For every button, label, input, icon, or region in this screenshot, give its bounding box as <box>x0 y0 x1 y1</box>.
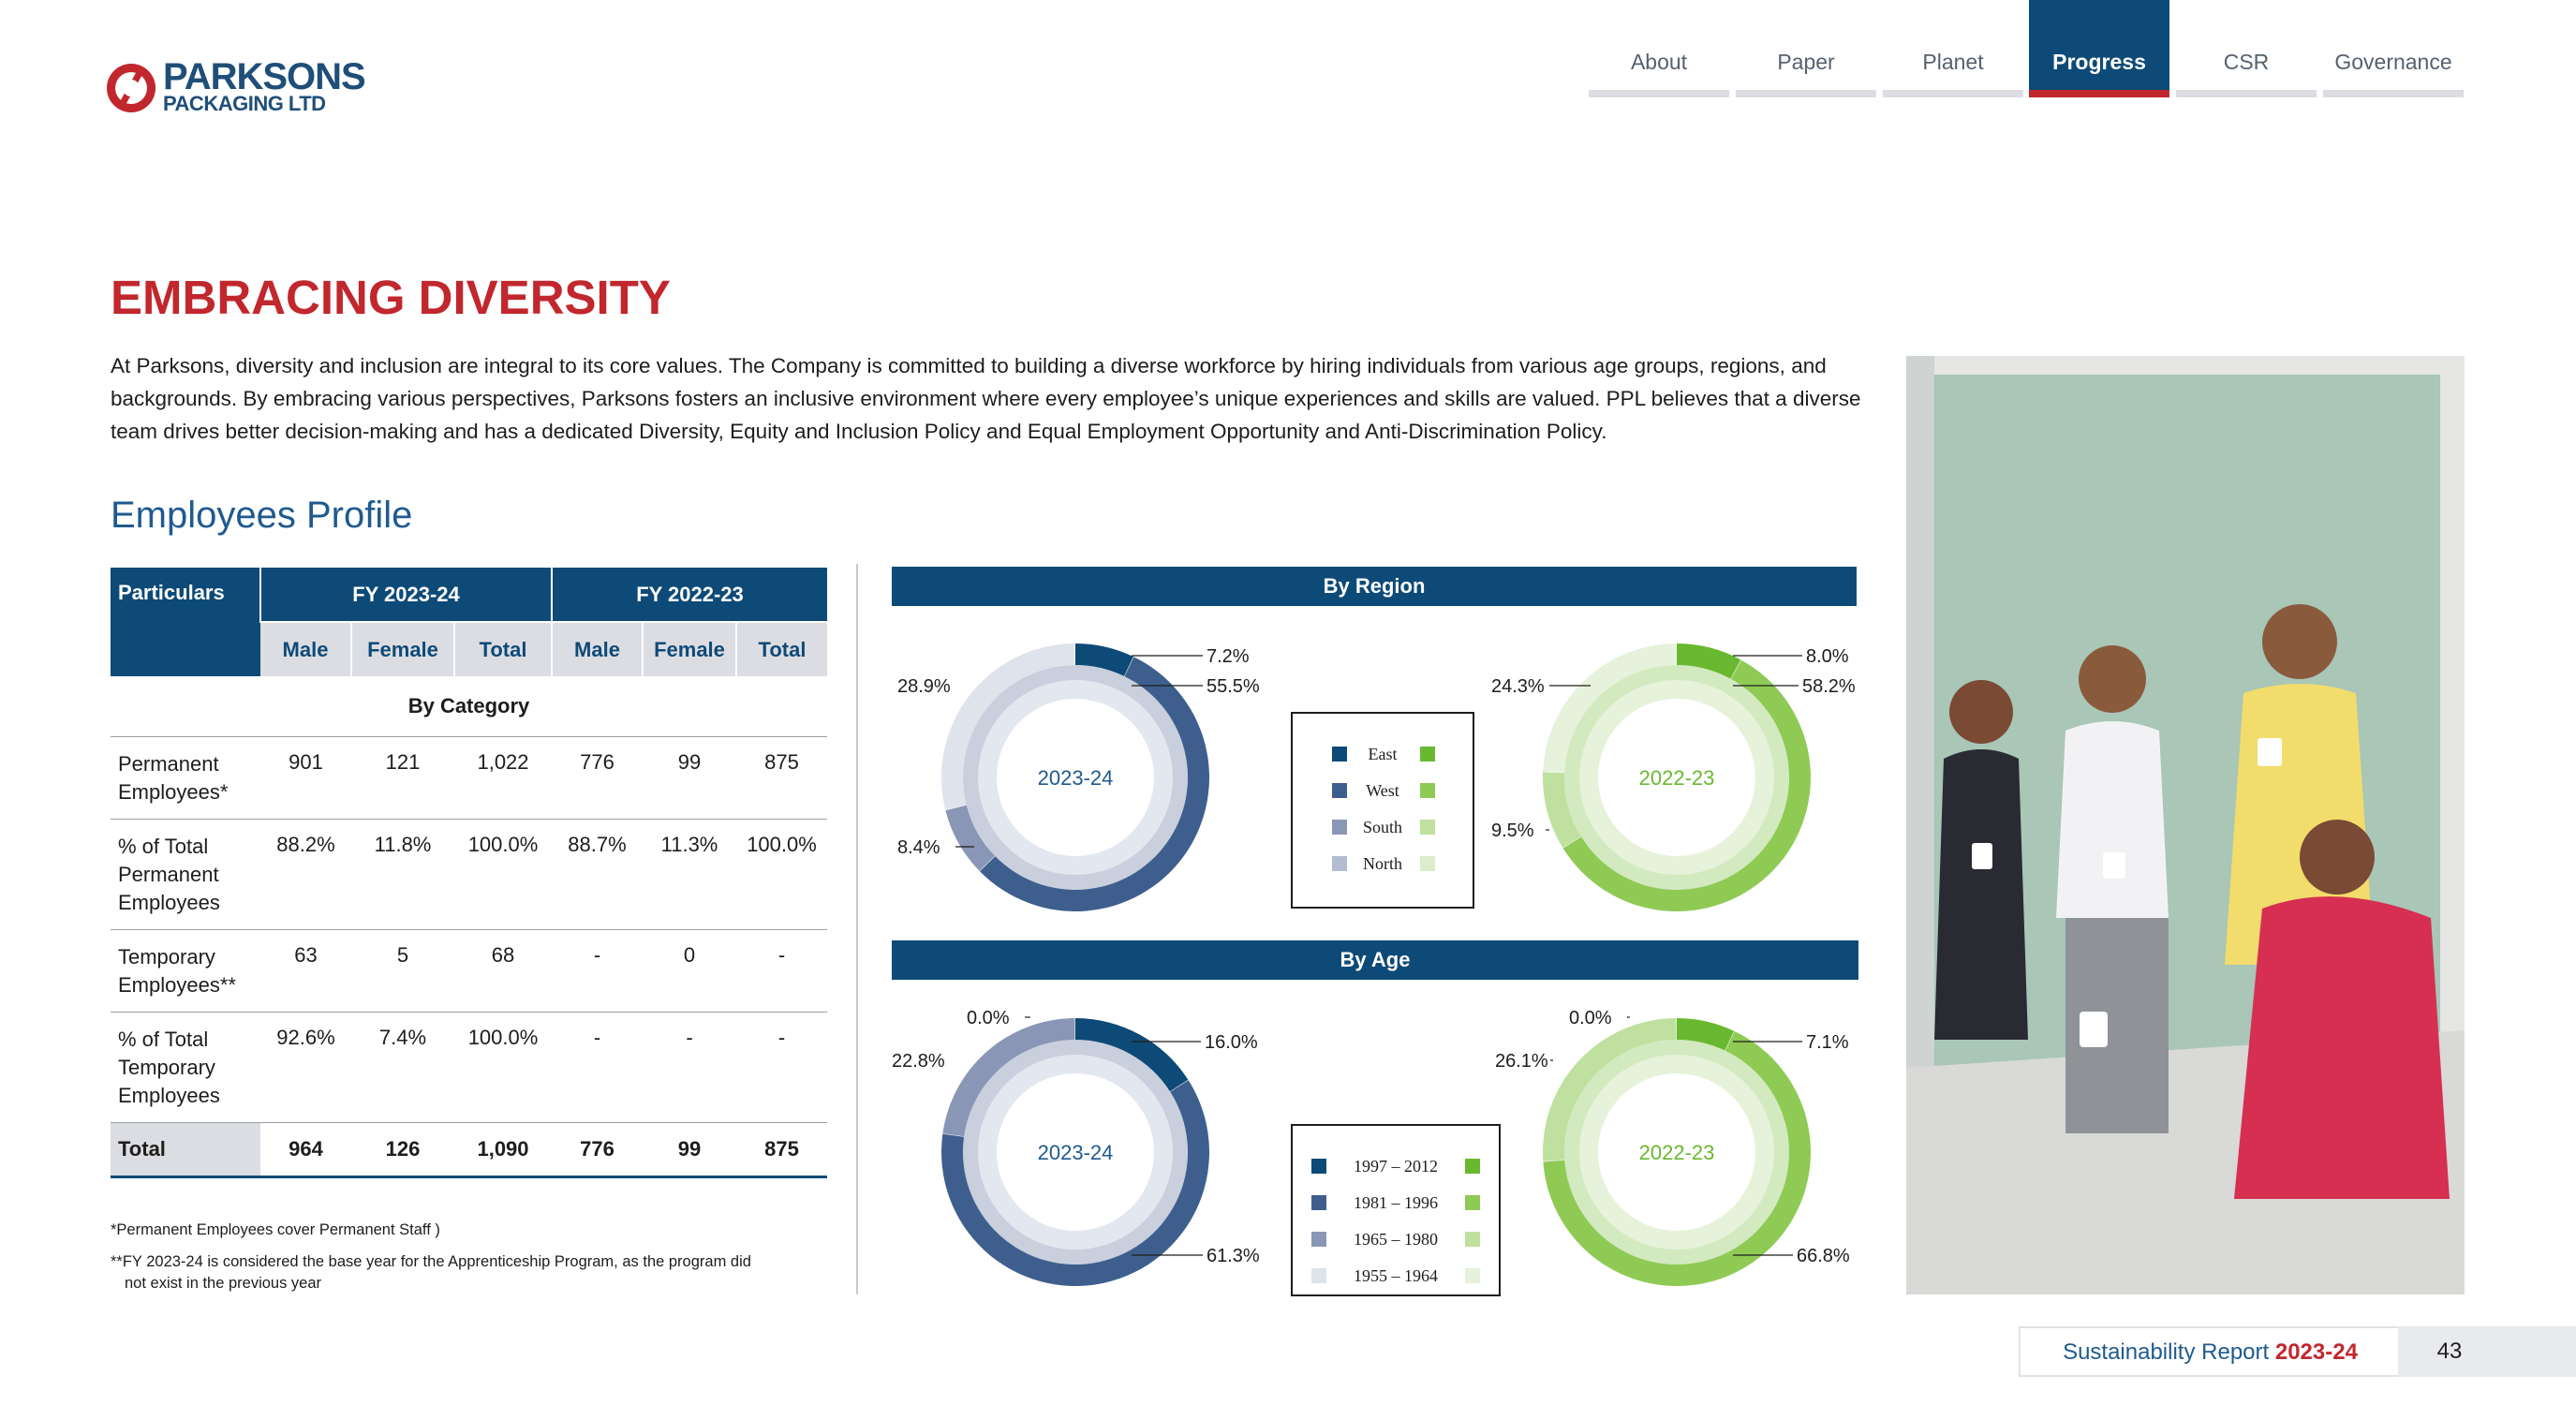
data-label: 9.5% <box>1491 821 1534 841</box>
data-label: 16.0% <box>1205 1032 1258 1053</box>
data-label: 8.4% <box>897 837 940 858</box>
donut-center-label: 2023-24 <box>1038 1141 1114 1164</box>
donut-center-label: 2022-23 <box>1639 1141 1715 1164</box>
donut-center-label: 2023-24 <box>1038 766 1114 790</box>
page-number-box: 43 <box>2398 1326 2576 1377</box>
data-label: 7.1% <box>1806 1032 1849 1053</box>
data-label: 61.3% <box>1207 1246 1260 1266</box>
team-photo-image <box>1906 356 2465 1294</box>
data-label: 22.8% <box>892 1051 945 1072</box>
data-label: 0.0% <box>967 1008 1010 1028</box>
data-label: 0.0% <box>1569 1008 1612 1028</box>
footer-text: Sustainability Report 2023-24 <box>2021 1339 2400 1366</box>
data-label: 8.0% <box>1806 646 1849 667</box>
data-label: 66.8% <box>1797 1246 1850 1266</box>
data-label: 7.2% <box>1207 646 1250 667</box>
data-label: 28.9% <box>897 676 951 697</box>
page-number: 43 <box>2436 1338 2463 1364</box>
data-label: 26.1% <box>1495 1051 1548 1072</box>
data-label: 58.2% <box>1802 676 1856 697</box>
data-label: 24.3% <box>1491 676 1545 697</box>
team-photo <box>1906 356 2465 1294</box>
footer-year: 2023-24 <box>2274 1339 2358 1365</box>
data-label: 55.5% <box>1207 676 1260 697</box>
donut-center-label: 2022-23 <box>1639 766 1715 790</box>
footer-report-label: Sustainability Report 2023-24 <box>2019 1326 2402 1377</box>
footer-report: Sustainability Report <box>2063 1339 2270 1365</box>
